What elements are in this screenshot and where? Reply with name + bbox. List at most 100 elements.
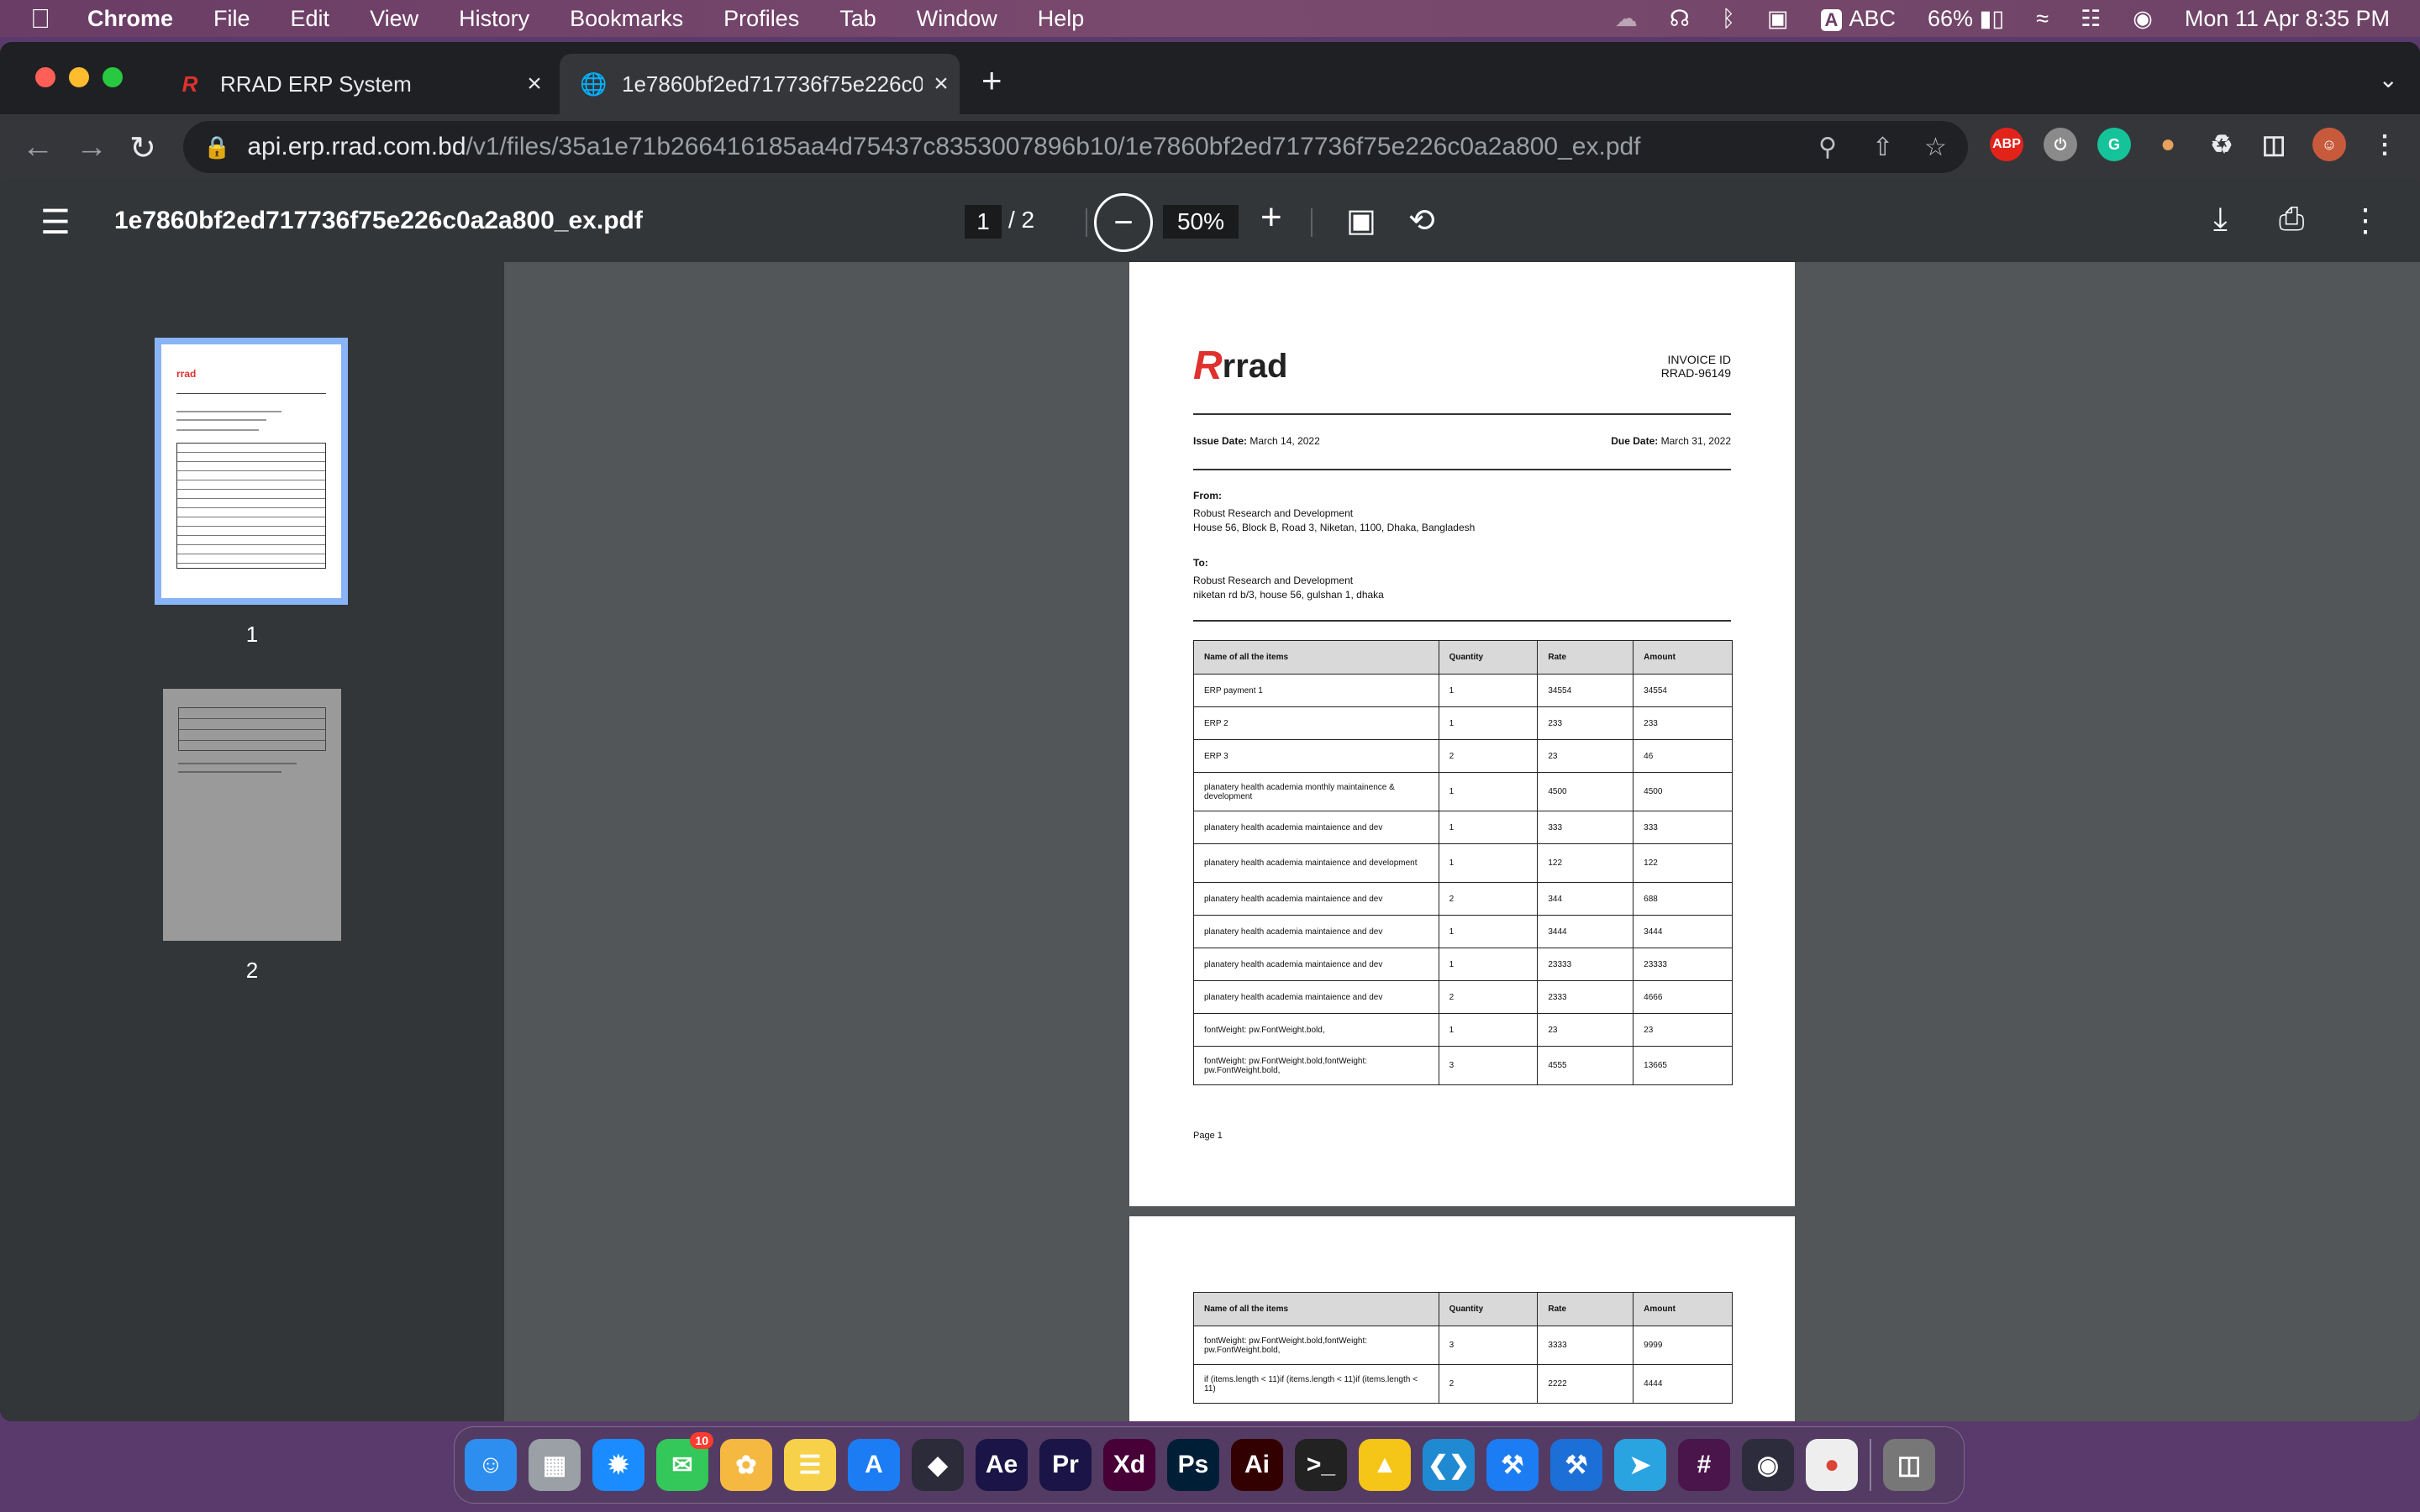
dock-obs-icon[interactable]: ◉ (1742, 1439, 1794, 1491)
power-extension-icon[interactable]: ⏻ (2044, 128, 2077, 161)
print-icon[interactable]: ⎙ (2279, 202, 2304, 238)
dock-simulator-icon[interactable]: ⚒ (1550, 1439, 1602, 1491)
dock-finder-icon[interactable]: ☺ (465, 1439, 517, 1491)
dock-slack-icon[interactable]: # (1678, 1439, 1730, 1491)
zoom-window-button[interactable] (103, 67, 123, 87)
dock-illustrator-icon[interactable]: Ai (1231, 1439, 1283, 1491)
tab-search-chevron-icon[interactable]: ⌄ (2379, 66, 2398, 93)
tab-rrad-erp[interactable]: R RRAD ERP System × (158, 54, 553, 114)
rrad-logo-mark-icon: R (1193, 344, 1223, 388)
menu-view[interactable]: View (370, 6, 418, 32)
table-row: planatery health academia monthly mainta… (1193, 772, 1733, 811)
page-thumbnail-2[interactable] (163, 689, 341, 941)
dock-app-label: Ps (1177, 1451, 1209, 1478)
zoom-in-button[interactable]: + (1260, 197, 1282, 239)
wifi-icon[interactable]: ≈ (2036, 6, 2049, 32)
dock-launchpad-icon[interactable]: ▦ (529, 1439, 581, 1491)
bookmark-star-icon[interactable]: ☆ (1924, 133, 1947, 162)
dock-xcode-icon[interactable]: ⚒ (1486, 1439, 1539, 1491)
side-panel-icon[interactable]: ◫ (2257, 128, 2291, 161)
new-tab-button[interactable]: + (981, 60, 1002, 101)
extensions-puzzle-icon[interactable]: ♻ (2205, 128, 2238, 161)
dock-safari-icon[interactable]: ✹ (592, 1439, 644, 1491)
cloud-icon[interactable]: ☁ (1615, 6, 1638, 32)
download-icon[interactable]: ⤓ (2213, 202, 2228, 238)
siri-icon[interactable]: ◉ (2133, 6, 2153, 32)
rate-cell: 4555 (1537, 1046, 1634, 1085)
dock-terminal-icon[interactable]: >_ (1295, 1439, 1347, 1491)
dock-separator (1870, 1439, 1871, 1491)
dock-telegram-icon[interactable]: ➤ (1614, 1439, 1666, 1491)
chrome-menu-icon[interactable]: ⋮ (2368, 128, 2402, 161)
item-name-cell: fontWeight: pw.FontWeight.bold, (1193, 1013, 1439, 1047)
page-thumbnail-1[interactable]: rrad (155, 338, 348, 605)
menu-profiles[interactable]: Profiles (723, 6, 799, 32)
profile-avatar[interactable]: ☺ (2312, 128, 2346, 161)
zoom-level-input[interactable]: 50% (1163, 205, 1239, 239)
rotate-icon[interactable]: ⟲ (1408, 202, 1435, 239)
notification-badge: 10 (690, 1432, 713, 1449)
close-tab-icon[interactable]: × (923, 70, 960, 98)
dock-wireless-diagnostics-icon[interactable]: ▲ (1359, 1439, 1411, 1491)
dock-vs-code-icon[interactable]: ❮❯ (1423, 1439, 1475, 1491)
item-name-cell: planatery health academia maintaience an… (1193, 948, 1439, 981)
share-icon[interactable]: ⇧ (1872, 133, 1893, 162)
dock-messages-icon[interactable]: ✉ 10 (656, 1432, 713, 1491)
dock-notes-icon[interactable]: ☰ (784, 1439, 836, 1491)
control-center-icon[interactable]: ☷ (2081, 6, 2101, 32)
menu-bookmarks[interactable]: Bookmarks (570, 6, 683, 32)
dock-photos-icon[interactable]: ✿ (720, 1439, 772, 1491)
dock-after-effects-icon[interactable]: Ae (976, 1439, 1028, 1491)
dock-app-store-icon[interactable]: A (848, 1439, 900, 1491)
item-name-cell: planatery health academia maintaience an… (1193, 843, 1439, 883)
close-window-button[interactable] (35, 67, 55, 87)
menu-edit[interactable]: Edit (291, 6, 330, 32)
to-address: niketan rd b/3, house 56, gulshan 1, dha… (1193, 589, 1384, 601)
close-tab-icon[interactable]: × (516, 70, 553, 98)
headphones-icon[interactable]: ☊ (1670, 6, 1690, 32)
toolbar-divider (1311, 208, 1313, 237)
menu-tab[interactable]: Tab (839, 6, 876, 32)
adblock-plus-icon[interactable]: ABP (1990, 128, 2023, 161)
menu-file[interactable]: File (213, 6, 250, 32)
input-source[interactable]: A ABC (1820, 6, 1896, 32)
menu-help[interactable]: Help (1038, 6, 1085, 32)
dock-trash-icon[interactable]: ◫ (1883, 1439, 1935, 1491)
pdf-viewer[interactable]: R rrad INVOICE ID RRAD-96149 Issue Date:… (504, 262, 2420, 1421)
zoom-lens-icon[interactable]: ⚲ (1818, 133, 1837, 162)
dock-adobe-xd-icon[interactable]: Xd (1103, 1439, 1155, 1491)
bluetooth-icon[interactable]: ᛒ (1722, 6, 1735, 32)
fit-to-page-icon[interactable]: ▣ (1346, 202, 1376, 239)
minimize-window-button[interactable] (69, 67, 89, 87)
apple-icon[interactable]:  (30, 3, 77, 34)
back-button[interactable]: ← (22, 129, 54, 165)
display-icon[interactable]: ▣ (1767, 6, 1789, 32)
amount-cell: 4444 (1633, 1364, 1733, 1404)
forward-button[interactable]: → (76, 129, 108, 165)
lock-icon[interactable]: 🔒 (203, 134, 230, 160)
menu-hamburger-icon[interactable]: ☰ (40, 203, 71, 242)
grammarly-icon[interactable]: G (2097, 128, 2131, 161)
tab-pdf[interactable]: 🌐 1e7860bf2ed717736f75e226c0 × (560, 54, 960, 114)
divider (1193, 620, 1731, 622)
dock-app-label: Ae (985, 1451, 1018, 1478)
zoom-out-button[interactable]: − (1094, 193, 1153, 252)
dock-chrome-icon[interactable]: ● (1806, 1439, 1858, 1491)
menu-app-name[interactable]: Chrome (87, 6, 173, 32)
reload-button[interactable]: ↻ (129, 129, 156, 167)
menu-window[interactable]: Window (917, 6, 997, 32)
item-name-cell: ERP payment 1 (1193, 674, 1439, 707)
battery-status[interactable]: 66% ▮▯ (1928, 6, 2004, 32)
dock-photoshop-icon[interactable]: Ps (1167, 1439, 1219, 1491)
quantity-cell: 1 (1438, 772, 1539, 811)
clock[interactable]: Mon 11 Apr 8:35 PM (2185, 6, 2390, 32)
dock-premiere-pro-icon[interactable]: Pr (1039, 1439, 1092, 1491)
more-options-icon[interactable]: ⋮ (2349, 202, 2381, 239)
amount-cell: 23 (1633, 1013, 1733, 1047)
tab-title: 1e7860bf2ed717736f75e226c0 (622, 71, 923, 97)
dock-davinci-resolve-icon[interactable]: ◆ (912, 1439, 964, 1491)
cookie-icon[interactable]: ● (2151, 128, 2185, 161)
menu-history[interactable]: History (459, 6, 529, 32)
address-bar[interactable]: 🔒 api.erp.rrad.com.bd/v1/files/35a1e71b2… (183, 121, 1968, 173)
page-number-input[interactable] (965, 205, 1002, 239)
